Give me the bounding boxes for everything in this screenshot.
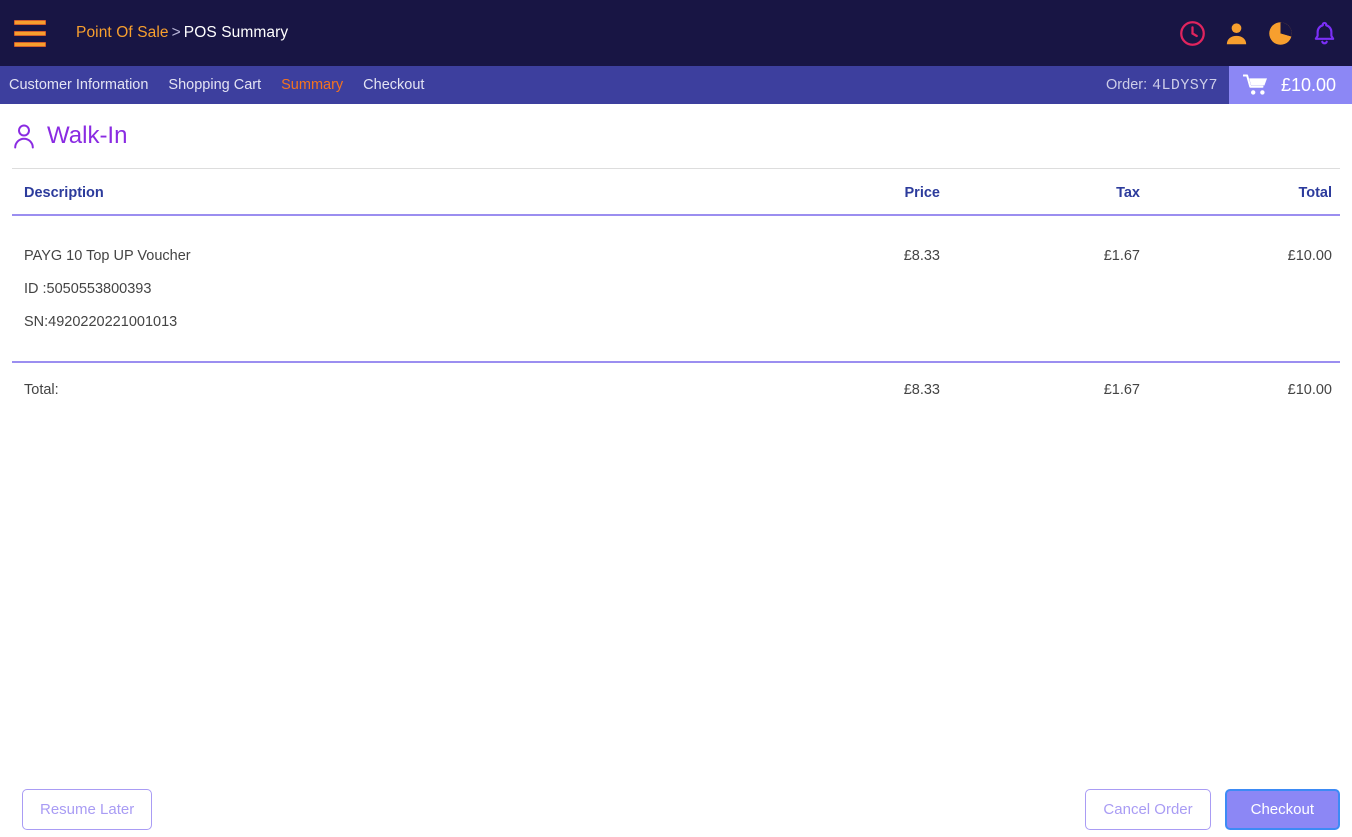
breadcrumb: Point Of Sale > POS Summary bbox=[76, 24, 288, 42]
person-outline-icon bbox=[14, 124, 34, 149]
customer-header: Walk-In bbox=[12, 122, 127, 150]
table-body: PAYG 10 Top UP Voucher ID :5050553800393… bbox=[12, 216, 1340, 363]
user-icon[interactable] bbox=[1223, 20, 1250, 47]
hamburger-bar bbox=[14, 30, 46, 36]
cart-total-button[interactable]: £10.00 bbox=[1228, 66, 1352, 104]
cart-total-amount: £10.00 bbox=[1280, 74, 1336, 95]
hamburger-bar bbox=[14, 41, 46, 47]
table-header-row: Description Price Tax Total bbox=[12, 168, 1340, 216]
tab-checkout[interactable]: Checkout bbox=[360, 75, 427, 95]
totals-price: £8.33 bbox=[903, 382, 940, 398]
totals-row: Total: £8.33 £1.67 £10.00 bbox=[12, 363, 1340, 400]
bell-icon[interactable] bbox=[1311, 20, 1338, 47]
order-label-wrap: Order: 4LDYSY7 bbox=[1106, 66, 1229, 104]
cancel-order-button[interactable]: Cancel Order bbox=[1085, 789, 1211, 830]
item-sn: SN:4920220221001013 bbox=[24, 314, 178, 330]
item-total: £10.00 bbox=[1287, 248, 1332, 264]
pie-chart-icon[interactable] bbox=[1267, 20, 1294, 47]
tab-customer-information[interactable]: Customer Information bbox=[6, 75, 151, 95]
clock-icon[interactable] bbox=[1179, 20, 1206, 47]
order-code: 4LDYSY7 bbox=[1152, 76, 1218, 94]
order-summary-bar: Order: 4LDYSY7 £10.00 bbox=[1106, 66, 1352, 104]
breadcrumb-current: POS Summary bbox=[183, 24, 289, 41]
resume-later-button[interactable]: Resume Later bbox=[22, 789, 153, 830]
order-label: Order: bbox=[1106, 77, 1148, 93]
item-id: ID :5050553800393 bbox=[24, 281, 152, 297]
summary-table: Description Price Tax Total PAYG 10 Top … bbox=[12, 168, 1340, 400]
item-price: £8.33 bbox=[903, 248, 940, 264]
item-description-cell: PAYG 10 Top UP Voucher ID :5050553800393… bbox=[12, 240, 760, 339]
item-tax: £1.67 bbox=[1103, 248, 1140, 264]
column-header-description: Description bbox=[24, 184, 104, 201]
footer-left: Resume Later bbox=[22, 789, 153, 830]
nav-bar: Customer Information Shopping Cart Summa… bbox=[0, 66, 1352, 104]
table-row: PAYG 10 Top UP Voucher ID :5050553800393… bbox=[12, 216, 1340, 361]
totals-tax: £1.67 bbox=[1103, 382, 1140, 398]
tab-summary[interactable]: Summary bbox=[278, 75, 346, 95]
column-header-price: Price bbox=[904, 184, 940, 201]
hamburger-menu-icon[interactable] bbox=[14, 19, 46, 47]
top-bar-icons bbox=[1179, 0, 1338, 66]
shopping-cart-icon bbox=[1242, 74, 1267, 95]
totals-total: £10.00 bbox=[1287, 382, 1332, 398]
tab-shopping-cart[interactable]: Shopping Cart bbox=[165, 75, 264, 95]
item-name: PAYG 10 Top UP Voucher bbox=[24, 248, 191, 264]
nav-tabs: Customer Information Shopping Cart Summa… bbox=[6, 75, 427, 95]
column-header-tax: Tax bbox=[1116, 184, 1140, 201]
customer-name: Walk-In bbox=[47, 122, 128, 149]
totals-label: Total: bbox=[24, 382, 59, 398]
top-bar: Point Of Sale > POS Summary bbox=[0, 0, 1352, 66]
footer-right: Cancel Order Checkout bbox=[1085, 789, 1340, 830]
column-header-total: Total bbox=[1298, 184, 1332, 201]
checkout-button[interactable]: Checkout bbox=[1224, 789, 1340, 830]
breadcrumb-separator: > bbox=[171, 24, 181, 41]
breadcrumb-parent-link[interactable]: Point Of Sale bbox=[76, 24, 169, 41]
hamburger-bar bbox=[14, 19, 46, 25]
